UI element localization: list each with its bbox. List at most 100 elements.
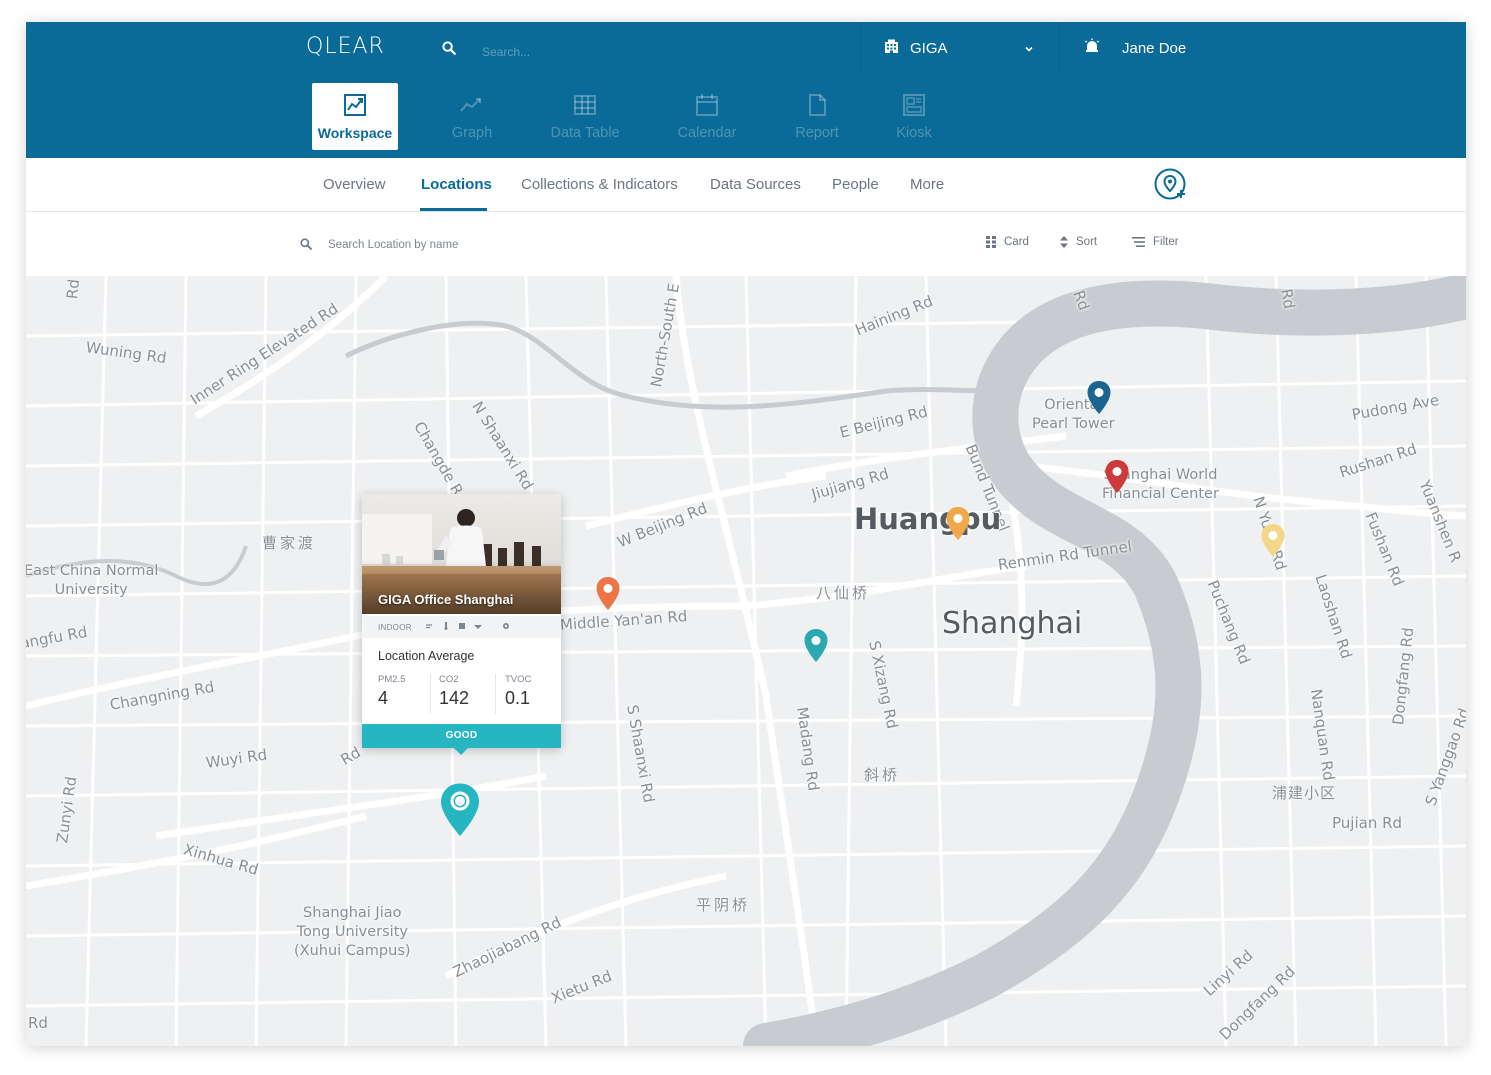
map-label: 斜桥 (864, 766, 901, 784)
module-label: Graph (451, 125, 493, 141)
location-average-title: Location Average (378, 649, 475, 663)
location-search-input[interactable] (326, 235, 690, 255)
map-label: Pujian Rd (1332, 814, 1403, 832)
tab-data-sources[interactable]: Data Sources (710, 176, 801, 193)
air-quality-status: GOOD (362, 724, 561, 748)
search-icon (442, 41, 456, 60)
divider (1059, 22, 1060, 74)
metric-tvoc: TVOC 0.1 (505, 674, 531, 709)
metric-pm25: PM2.5 4 (378, 674, 405, 709)
module-label: Kiosk (896, 125, 932, 141)
map-label: Rd (28, 1014, 48, 1032)
search-icon (300, 237, 312, 255)
filter-icon (1132, 237, 1145, 247)
divider (430, 674, 431, 714)
metric-value: 142 (439, 688, 470, 708)
filter-button[interactable]: Filter (1132, 236, 1179, 248)
location-tags: INDOOR (362, 616, 561, 638)
report-icon (805, 93, 829, 117)
card-view-button[interactable]: Card (986, 236, 1029, 248)
settings-icon (503, 623, 509, 629)
alarm-icon[interactable] (1084, 38, 1100, 58)
user-name: Jane Doe (1122, 39, 1187, 57)
module-label: Calendar (677, 125, 737, 141)
divider (860, 22, 861, 74)
module-label: Data Table (550, 125, 620, 141)
chevron-down-icon (1024, 41, 1034, 58)
org-name: GIGA (910, 39, 948, 57)
map-poi-label: Shanghai Jiao Tong University (Xuhui Cam… (294, 905, 411, 959)
temperature-icon (444, 622, 448, 630)
user-menu[interactable]: Jane Doe (1084, 36, 1186, 60)
active-tab-indicator (420, 208, 487, 211)
org-selector[interactable]: GIGA (884, 36, 1034, 60)
module-kiosk[interactable]: Kiosk (871, 83, 957, 150)
building-icon (884, 39, 899, 58)
city-label: Shanghai (942, 606, 1083, 641)
location-pin-teal[interactable] (803, 628, 829, 664)
module-label: Report (795, 125, 839, 141)
tab-collections-indicators[interactable]: Collections & Indicators (521, 176, 678, 193)
map-view[interactable]: Wuning Rd Inner Ring Elevated Rd N Shaan… (26, 276, 1466, 1046)
location-toolbar: Card Sort Filter (26, 212, 1466, 276)
module-workspace[interactable]: Workspace (312, 83, 398, 150)
location-pin-orange-red[interactable] (595, 576, 621, 612)
top-bar: QLEAR GIGA Jane Doe (26, 22, 1466, 158)
map-label: 八仙桥 (816, 584, 871, 602)
map-label: Rd (1277, 287, 1299, 311)
sort-button[interactable]: Sort (1060, 236, 1097, 248)
module-graph[interactable]: Graph (429, 83, 515, 150)
app-window: QLEAR GIGA Jane Doe (26, 22, 1466, 1046)
wind-icon (426, 624, 432, 629)
location-pin-orange[interactable] (945, 506, 971, 542)
wifi-icon (474, 625, 482, 629)
kiosk-icon (902, 93, 926, 117)
add-location-icon (1154, 168, 1186, 200)
environment-tag: INDOOR (378, 623, 412, 632)
metric-co2: CO2 142 (439, 674, 469, 709)
global-search-input[interactable] (480, 40, 724, 64)
card-pointer (454, 748, 468, 755)
sort-icon (1060, 236, 1068, 248)
location-name: GIGA Office Shanghai (378, 592, 514, 607)
sort-label: Sort (1076, 236, 1098, 248)
workspace-icon (343, 93, 367, 117)
metric-label: PM2.5 (378, 674, 406, 685)
metric-value: 0.1 (505, 688, 531, 708)
location-search[interactable] (300, 235, 700, 255)
light-icon (459, 623, 465, 629)
location-pin-selected[interactable] (439, 782, 481, 838)
district-label: Huangpu (854, 502, 1002, 536)
graph-icon (460, 93, 484, 117)
global-search[interactable] (442, 40, 742, 64)
map-label: 曹家渡 (262, 534, 317, 552)
card-label: Card (1004, 236, 1029, 248)
table-icon (573, 93, 597, 117)
tab-locations[interactable]: Locations (421, 176, 492, 193)
tab-people[interactable]: People (832, 176, 879, 193)
app-logo[interactable]: QLEAR (306, 34, 385, 59)
module-calendar[interactable]: Calendar (664, 83, 750, 150)
map-label: Rd (63, 278, 84, 300)
module-label: Workspace (317, 125, 393, 141)
add-location-button[interactable] (1154, 168, 1188, 202)
calendar-icon (695, 93, 719, 117)
location-pin-yellow[interactable] (1260, 523, 1286, 559)
module-data-table[interactable]: Data Table (542, 83, 628, 150)
map-poi-label: East China Normal University (26, 563, 159, 598)
metric-value: 4 (378, 688, 389, 708)
map-label: 平阴桥 (696, 896, 751, 914)
tab-overview[interactable]: Overview (323, 176, 386, 193)
location-card[interactable]: GIGA Office Shanghai INDOOR Location Ave… (362, 494, 561, 755)
module-report[interactable]: Report (774, 83, 860, 150)
tab-more[interactable]: More (910, 176, 944, 193)
section-tabs: Overview Locations Collections & Indicat… (26, 158, 1466, 212)
divider (495, 674, 496, 714)
location-pin-red[interactable] (1104, 459, 1130, 495)
filter-label: Filter (1153, 236, 1179, 248)
metric-label: CO2 (439, 674, 459, 685)
location-pin-dark-blue[interactable] (1086, 380, 1112, 416)
metric-label: TVOC (505, 674, 532, 685)
grid-icon (986, 236, 996, 248)
map-label: 浦建小区 (1272, 784, 1337, 802)
